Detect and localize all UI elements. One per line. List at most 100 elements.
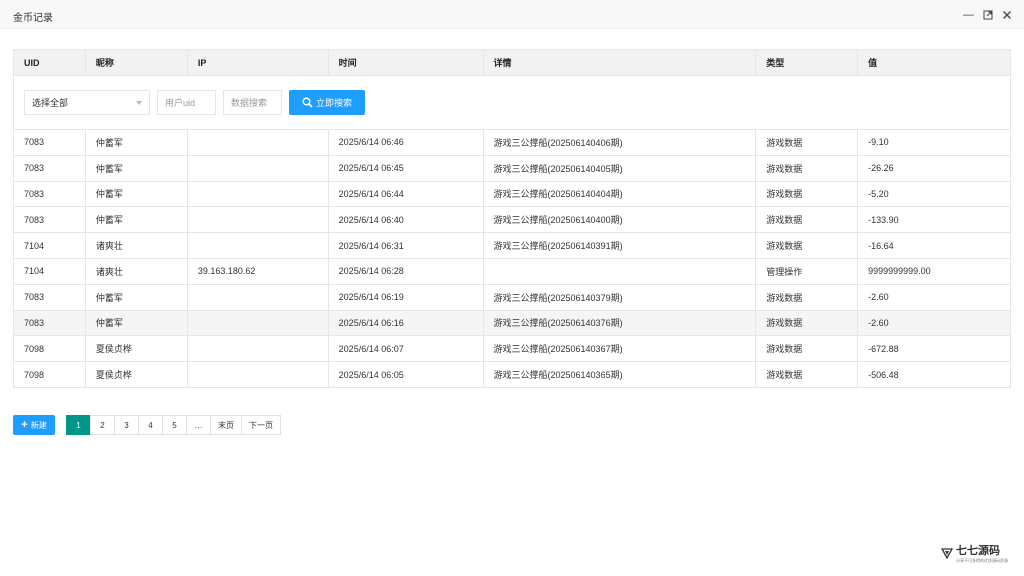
column-header-value: 值	[857, 49, 1011, 76]
cell-ip: 39.163.180.62	[186, 257, 329, 285]
cell-nickname: 夏侯贞桦	[84, 335, 188, 363]
page-item[interactable]: 5	[162, 415, 187, 435]
data-search-input[interactable]	[223, 90, 282, 115]
cell-value: -672.88	[857, 335, 1011, 363]
filter-bar: 选择全部 立即搜索	[24, 90, 1000, 115]
cell-ip	[186, 309, 329, 337]
cell-ip	[186, 232, 329, 259]
column-header-detail: 详情	[482, 49, 757, 76]
cell-time: 2025/6/14 06:07	[327, 335, 484, 363]
table-header-row: UID 昵称 IP 时间 详情 类型 值	[13, 49, 1011, 76]
cell-detail: 游戏三公撑船(202506140405期)	[482, 154, 757, 182]
cell-type: 游戏数据	[755, 154, 859, 182]
type-select[interactable]: 选择全部	[24, 90, 150, 115]
cell-type: 游戏数据	[755, 232, 859, 259]
column-header-type: 类型	[755, 49, 859, 76]
cell-nickname: 诸爽壮	[84, 257, 188, 285]
window-controls: —	[962, 8, 1013, 21]
table-row[interactable]: 7098 夏侯贞桦 2025/6/14 06:07 游戏三公撑船(2025061403…	[13, 335, 1011, 363]
page-item[interactable]: 2	[90, 415, 115, 435]
cell-value: -506.48	[857, 361, 1011, 388]
window-title: 金币记录	[13, 13, 53, 24]
cell-uid: 7098	[13, 361, 86, 388]
uid-search-input[interactable]	[157, 90, 216, 115]
cell-type: 游戏数据	[755, 283, 859, 311]
cell-type: 游戏数据	[755, 180, 859, 208]
cell-detail: 游戏三公撑船(202506140400期)	[482, 206, 757, 234]
table-row[interactable]: 7104 诸爽壮 2025/6/14 06:31 游戏三公撑船(20250614039…	[13, 232, 1011, 259]
cell-type: 游戏数据	[755, 129, 859, 156]
filter-cell: 选择全部 立即搜索	[13, 75, 1011, 130]
cell-nickname: 仲蓄军	[84, 283, 188, 311]
cell-value: -2.60	[857, 309, 1011, 337]
cell-detail: 游戏三公撑船(202506140379期)	[482, 283, 757, 311]
page-item[interactable]: 末页	[210, 415, 242, 435]
cell-detail	[482, 257, 757, 285]
table-row[interactable]: 7083 仲蓄军 2025/6/14 06:19 游戏三公撑船(20250614037…	[13, 283, 1011, 311]
page-item[interactable]: 3	[114, 415, 139, 435]
cell-uid: 7083	[13, 309, 86, 337]
cell-type: 游戏数据	[755, 335, 859, 363]
cell-ip	[186, 283, 329, 311]
cell-detail: 游戏三公撑船(202506140367期)	[482, 335, 757, 363]
cell-ip	[186, 129, 329, 156]
cell-time: 2025/6/14 06:16	[327, 309, 484, 337]
cell-type: 游戏数据	[755, 309, 859, 337]
cell-detail: 游戏三公撑船(202506140404期)	[482, 180, 757, 208]
close-icon[interactable]	[1000, 8, 1013, 21]
filter-row: 选择全部 立即搜索	[13, 75, 1011, 130]
cell-ip	[186, 206, 329, 234]
cell-detail: 游戏三公撑船(202506140391期)	[482, 232, 757, 259]
table-row[interactable]: 7083 仲蓄军 2025/6/14 06:44 游戏三公撑船(20250614040…	[13, 180, 1011, 208]
cell-time: 2025/6/14 06:46	[327, 129, 484, 156]
search-button-label: 立即搜索	[315, 98, 352, 108]
cell-value: -133.90	[857, 206, 1011, 234]
column-header-time: 时间	[327, 49, 484, 76]
cell-ip	[186, 154, 329, 182]
maximize-icon[interactable]	[981, 8, 994, 21]
table-row[interactable]: 7098 夏侯贞桦 2025/6/14 06:05 游戏三公撑船(2025061403…	[13, 361, 1011, 388]
cell-nickname: 仲蓄军	[84, 206, 188, 234]
cell-uid: 7083	[13, 154, 86, 182]
page-item[interactable]: 4	[138, 415, 163, 435]
cell-type: 游戏数据	[755, 361, 859, 388]
cell-type: 游戏数据	[755, 206, 859, 234]
cell-nickname: 仲蓄军	[84, 180, 188, 208]
cell-ip	[186, 180, 329, 208]
cell-uid: 7098	[13, 335, 86, 363]
chevron-down-icon	[136, 100, 142, 105]
cell-nickname: 诸爽壮	[84, 232, 188, 259]
watermark-text: 七七源码	[956, 544, 1000, 557]
page-item[interactable]: 下一页	[241, 415, 281, 435]
cell-nickname: 仲蓄军	[84, 309, 188, 337]
table-row[interactable]: 7083 仲蓄军 2025/6/14 06:46 游戏三公撑船(20250614040…	[13, 129, 1011, 156]
cell-value: 9999999999.00	[857, 257, 1011, 285]
table-row[interactable]: 7083 仲蓄军 2025/6/14 06:40 游戏三公撑船(20250614040…	[13, 206, 1011, 234]
cell-time: 2025/6/14 06:31	[327, 232, 484, 259]
page-item[interactable]: 1	[66, 415, 91, 435]
page-item[interactable]: …	[186, 415, 211, 435]
cell-detail: 游戏三公撑船(202506140376期)	[482, 309, 757, 337]
table-row[interactable]: 7104 诸爽壮 39.163.180.62 2025/6/14 06:28 管理操作 9…	[13, 257, 1011, 285]
cell-time: 2025/6/14 06:19	[327, 283, 484, 311]
cell-value: -16.64	[857, 232, 1011, 259]
table-row[interactable]: 7083 仲蓄军 2025/6/14 06:16 游戏三公撑船(20250614037…	[13, 309, 1011, 337]
cell-time: 2025/6/14 06:45	[327, 154, 484, 182]
cell-time: 2025/6/14 06:28	[327, 257, 484, 285]
plus-icon: +	[21, 418, 28, 431]
cell-detail: 游戏三公撑船(202506140365期)	[482, 361, 757, 388]
cell-type: 管理操作	[755, 257, 859, 285]
column-header-uid: UID	[13, 49, 86, 76]
window-titlebar: 金币记录 —	[0, 0, 1024, 29]
bottom-toolbar: + 新建 1 2 3 4 5… 末页 下一页	[13, 415, 281, 435]
watermark-subtext: 分享不可多得的优质源码资源	[956, 558, 1008, 563]
minimize-icon[interactable]: —	[962, 8, 975, 21]
cell-value: -26.26	[857, 154, 1011, 182]
new-button[interactable]: + 新建	[13, 415, 55, 435]
cell-time: 2025/6/14 06:05	[327, 361, 484, 388]
cell-value: -9.10	[857, 129, 1011, 156]
cell-nickname: 仲蓄军	[84, 154, 188, 182]
cell-time: 2025/6/14 06:40	[327, 206, 484, 234]
search-button[interactable]: 立即搜索	[289, 90, 365, 115]
table-row[interactable]: 7083 仲蓄军 2025/6/14 06:45 游戏三公撑船(20250614040…	[13, 154, 1011, 182]
